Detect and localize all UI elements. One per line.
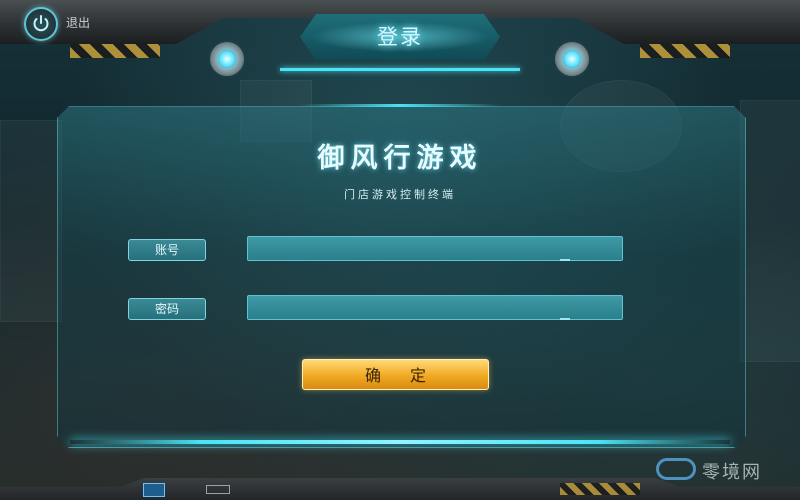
panel-bottom-glow	[70, 440, 730, 444]
lamp-left	[210, 42, 244, 76]
watermark-logo-icon	[656, 458, 696, 480]
game-title: 御风行游戏	[317, 143, 483, 174]
bottom-slot	[206, 485, 230, 494]
password-input-notch	[560, 318, 570, 320]
lamp-right	[555, 42, 589, 76]
panel-top-glow	[300, 104, 500, 107]
password-input[interactable]	[247, 295, 623, 320]
account-input-notch	[560, 259, 570, 261]
hazard-stripe-left	[70, 44, 160, 58]
password-label: 密码	[128, 298, 206, 320]
title-underline	[280, 68, 520, 71]
game-subtitle: 门店游戏控制终端	[344, 188, 456, 201]
power-button[interactable]	[24, 7, 58, 41]
bottom-status-indicator	[143, 483, 165, 497]
bottom-hazard-stripe	[560, 483, 640, 495]
lamp-lens	[218, 50, 236, 68]
page-title: 登录	[377, 25, 423, 49]
hazard-stripe-right	[640, 44, 730, 58]
power-icon	[33, 15, 49, 32]
exit-label[interactable]: 退出	[66, 14, 90, 31]
lamp-lens	[563, 50, 581, 68]
confirm-button[interactable]: 确 定	[302, 359, 489, 390]
account-input[interactable]	[247, 236, 623, 261]
watermark-text: 零境网	[702, 462, 762, 483]
account-label: 账号	[128, 239, 206, 261]
